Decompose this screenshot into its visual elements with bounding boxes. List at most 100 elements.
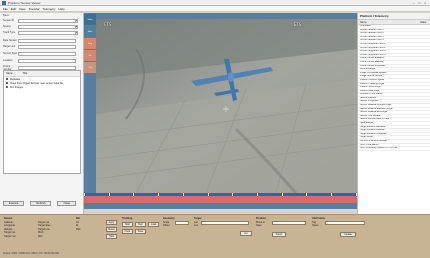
menu-transfer[interactable]: Transfer bbox=[28, 7, 39, 11]
refresh-button[interactable]: Refresh bbox=[30, 201, 52, 206]
timeline-range-bar[interactable] bbox=[84, 196, 357, 203]
geometry-section: Geometry Scale Offset bbox=[163, 217, 175, 228]
metadata-value bbox=[417, 147, 430, 150]
metadata-value bbox=[417, 32, 430, 35]
tab-config[interactable]: Cfg bbox=[84, 62, 96, 73]
metadata-key: Unix Timestamp System (UTC) Time bbox=[360, 147, 398, 150]
target-link-input[interactable] bbox=[18, 44, 76, 49]
maximize-button[interactable]: □ bbox=[418, 1, 420, 5]
stop-button[interactable]: Stop bbox=[135, 222, 146, 227]
expand-icon[interactable] bbox=[6, 78, 8, 80]
track-type-input[interactable] bbox=[18, 30, 76, 35]
metadata-value bbox=[417, 136, 430, 139]
tree-col-name[interactable]: Name bbox=[6, 72, 13, 75]
tab-track[interactable]: Trk bbox=[84, 50, 96, 61]
close-button[interactable]: Close bbox=[57, 201, 77, 206]
track-button[interactable]: Track bbox=[106, 234, 117, 239]
location-input[interactable] bbox=[18, 58, 76, 63]
field-row: Date Sensor bbox=[3, 38, 76, 43]
metadata-value bbox=[417, 115, 430, 118]
sensor-id-input[interactable] bbox=[18, 18, 76, 23]
tab-map[interactable]: Map bbox=[84, 38, 96, 49]
field-row: Source ▾ bbox=[3, 24, 78, 29]
source-input[interactable] bbox=[18, 24, 76, 29]
metadata-key: Corner Longitude Point 1 bbox=[360, 42, 386, 45]
bottom-control-panel: Sensor Latitude Longitude Altitude Targe… bbox=[0, 214, 430, 258]
metadata-value bbox=[417, 54, 430, 57]
section-label: Offset bbox=[163, 224, 170, 228]
section-title: Geometry bbox=[163, 217, 175, 220]
aerial-video-image bbox=[96, 19, 357, 193]
hud-right-label: ETS bbox=[294, 22, 302, 27]
metadata-value bbox=[417, 111, 430, 114]
chevron-down-icon[interactable]: ▾ bbox=[75, 24, 78, 29]
tag-input[interactable] bbox=[325, 221, 365, 225]
field-label: Target Link bbox=[3, 45, 16, 48]
metadata-value bbox=[417, 144, 430, 147]
date-sensor-input[interactable] bbox=[18, 38, 76, 43]
video-frame[interactable]: FTS ETS bbox=[96, 19, 357, 193]
menu-edit[interactable]: Edit bbox=[11, 7, 16, 11]
metadata-row[interactable]: Unix Timestamp System (UTC) Time bbox=[358, 147, 430, 151]
window-controls: – □ × bbox=[413, 1, 430, 5]
metadata-key: UAS LDS Version Number bbox=[360, 140, 387, 142]
load-button[interactable]: Load bbox=[148, 222, 159, 227]
tree-item[interactable]: KLV Images bbox=[4, 85, 80, 89]
minimize-button[interactable]: – bbox=[413, 1, 415, 5]
sensor-section: Sensor Latitude Longitude Altitude Targe… bbox=[4, 217, 16, 238]
metadata-value bbox=[417, 47, 430, 50]
go-button[interactable]: Go bbox=[240, 231, 252, 236]
metadata-panel: Platform / Telemetry Name Value Checksum… bbox=[357, 13, 430, 214]
menu-telemetry[interactable]: Telemetry bbox=[43, 7, 56, 11]
apply-button[interactable]: Apply bbox=[106, 220, 117, 225]
sensor-type-input[interactable] bbox=[18, 51, 76, 56]
expand-icon[interactable] bbox=[6, 82, 8, 84]
tree-item-label: KLV Images bbox=[10, 85, 23, 89]
metadata-key: Precision Time Stamp bbox=[360, 93, 383, 96]
field-label: Location bbox=[3, 59, 13, 62]
reset-button[interactable]: Reset bbox=[106, 227, 117, 232]
metadata-value bbox=[417, 25, 430, 28]
save-button[interactable]: Save bbox=[135, 229, 146, 234]
field-label: Date Sensor bbox=[3, 39, 17, 42]
clear-button[interactable]: Clear bbox=[122, 229, 133, 234]
field-label: Source bbox=[3, 25, 11, 28]
close-window-button[interactable]: × bbox=[424, 1, 426, 5]
status-bar: Frame: 0000 / 0000 KLV: 0601 UTC: 00:00:… bbox=[3, 252, 59, 255]
metadata-value bbox=[417, 65, 430, 68]
metadata-key: Platform Heading Angle bbox=[360, 82, 385, 85]
tab-video[interactable]: Video bbox=[84, 14, 96, 25]
timeline[interactable] bbox=[84, 193, 357, 203]
field-label: Sensor Type bbox=[3, 52, 17, 55]
metadata-key: Frame Center Latitude bbox=[360, 60, 383, 63]
tree-col-title[interactable]: Title bbox=[23, 72, 28, 75]
expand-icon[interactable] bbox=[6, 86, 8, 88]
update-button[interactable]: Update bbox=[340, 232, 356, 237]
menu-help[interactable]: Help bbox=[59, 7, 65, 11]
metadata-key: Target Location Longitude bbox=[360, 132, 387, 135]
select-button[interactable]: Select bbox=[272, 232, 286, 237]
col-name[interactable]: Name bbox=[358, 20, 418, 24]
tracking-section: Tracking bbox=[122, 217, 132, 221]
metadata-value bbox=[417, 68, 430, 71]
add-frame-section: Add Frame Tag Notes bbox=[312, 217, 325, 228]
menu-view[interactable]: View bbox=[19, 7, 25, 11]
tab-meta[interactable]: Meta bbox=[84, 26, 96, 37]
target-lat-input[interactable] bbox=[201, 221, 249, 225]
menu-file[interactable]: File bbox=[3, 7, 8, 11]
section-label: Target Lon bbox=[4, 234, 16, 238]
start-button[interactable]: Start bbox=[122, 222, 133, 227]
metadata-key: Image Coordinate System bbox=[360, 71, 387, 74]
metadata-key: Platform Pitch Angle bbox=[360, 86, 381, 89]
chevron-down-icon[interactable]: ▾ bbox=[75, 18, 78, 23]
chevron-down-icon[interactable]: ▾ bbox=[75, 30, 78, 35]
metadata-value bbox=[417, 126, 430, 129]
scale-input[interactable] bbox=[175, 221, 189, 225]
position-input[interactable] bbox=[272, 221, 306, 225]
frame-number-input[interactable] bbox=[18, 65, 76, 70]
metadata-key: Target Location Elevation bbox=[360, 125, 386, 128]
col-value[interactable]: Value bbox=[418, 20, 428, 24]
left-panel: Basic Sensor ID ▾ Source ▾ Track Type ▾ … bbox=[0, 13, 84, 214]
metadata-rows: Checksum Corner Latitude Point 1 Corner La… bbox=[358, 25, 430, 151]
execute-button[interactable]: Execute bbox=[3, 201, 25, 206]
